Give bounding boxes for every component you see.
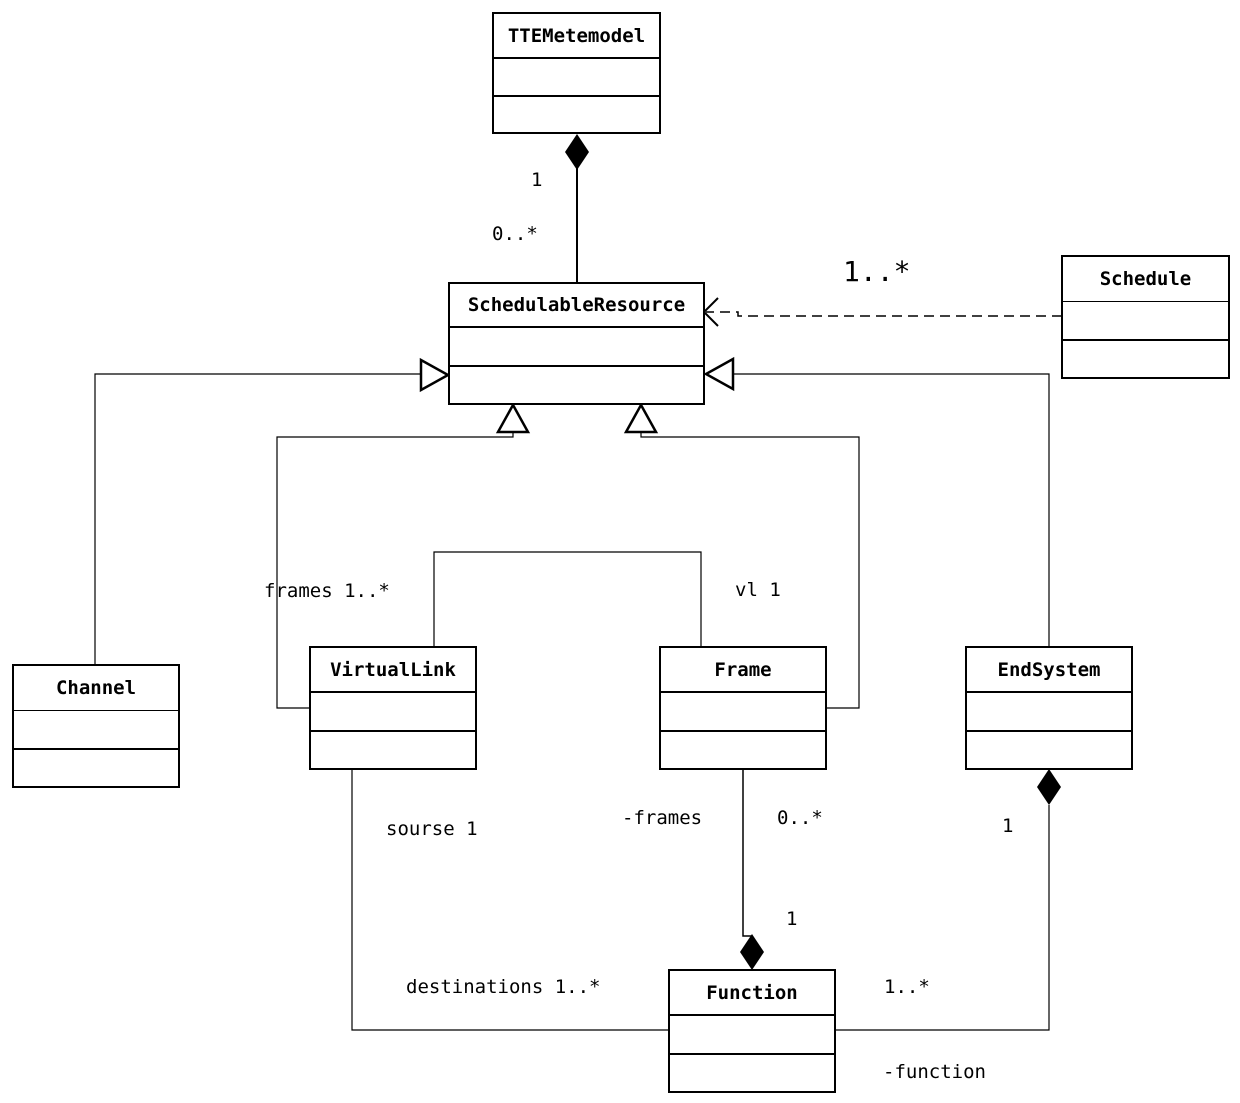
multiplicity-frames: 0..* [777, 807, 823, 829]
multiplicity-function-many: 1..* [884, 976, 930, 998]
class-name: Schedule [1063, 257, 1228, 302]
composition-diamond-endsystem [1037, 769, 1061, 805]
class-attributes [14, 711, 178, 750]
composition-diamond-function [740, 934, 764, 970]
class-function[interactable]: Function [668, 969, 836, 1093]
class-frame[interactable]: Frame [659, 646, 827, 770]
attr-frames: -frames [622, 807, 703, 829]
multiplicity-function-one: 1 [786, 908, 798, 930]
multiplicity-endsystem-one: 1 [1002, 815, 1014, 837]
generalization-arrow-frame [623, 402, 659, 434]
composition-diamond-metemodel [565, 134, 589, 170]
class-schedule[interactable]: Schedule [1061, 255, 1230, 379]
generalization-arrow-virtuallink [495, 402, 531, 434]
class-channel[interactable]: Channel [12, 664, 180, 788]
class-attributes [450, 328, 703, 367]
class-name: Channel [14, 666, 178, 711]
class-attributes [1063, 302, 1228, 341]
role-vl: vl 1 [735, 579, 781, 601]
class-attributes [311, 693, 475, 732]
class-name: SchedulableResource [450, 284, 703, 328]
multiplicity-schedule: 1..* [843, 255, 911, 288]
class-name: EndSystem [967, 648, 1131, 693]
class-virtual-link[interactable]: VirtualLink [309, 646, 477, 770]
multiplicity-resource-many: 0..* [492, 223, 538, 245]
connector-layer [94, 134, 1062, 1031]
role-source: sourse 1 [386, 818, 478, 840]
class-ttemetemodel[interactable]: TTEMetemodel [492, 12, 661, 134]
class-attributes [967, 693, 1131, 732]
generalization-line-endsystem [733, 373, 1050, 647]
class-end-system[interactable]: EndSystem [965, 646, 1133, 770]
class-name: VirtualLink [311, 648, 475, 693]
attr-function: -function [883, 1061, 986, 1083]
dependency-line-schedule [706, 311, 1062, 317]
class-attributes [494, 59, 659, 97]
role-frames: frames 1..* [264, 580, 390, 602]
association-line-vl-frame [433, 551, 702, 648]
class-schedulable-resource[interactable]: SchedulableResource [448, 282, 705, 405]
role-destinations: destinations 1..* [406, 976, 601, 998]
class-name: Function [670, 971, 834, 1016]
class-name: TTEMetemodel [494, 14, 659, 59]
class-attributes [661, 693, 825, 732]
generalization-arrow-channel [419, 357, 451, 393]
generalization-arrow-endsystem [703, 356, 735, 392]
generalization-line-channel [94, 373, 421, 666]
composition-line-frame-function [742, 769, 752, 937]
class-attributes [670, 1016, 834, 1055]
class-name: Frame [661, 648, 825, 693]
multiplicity-metemodel-one: 1 [531, 169, 543, 191]
composition-line-endsystem-function [835, 805, 1050, 1031]
